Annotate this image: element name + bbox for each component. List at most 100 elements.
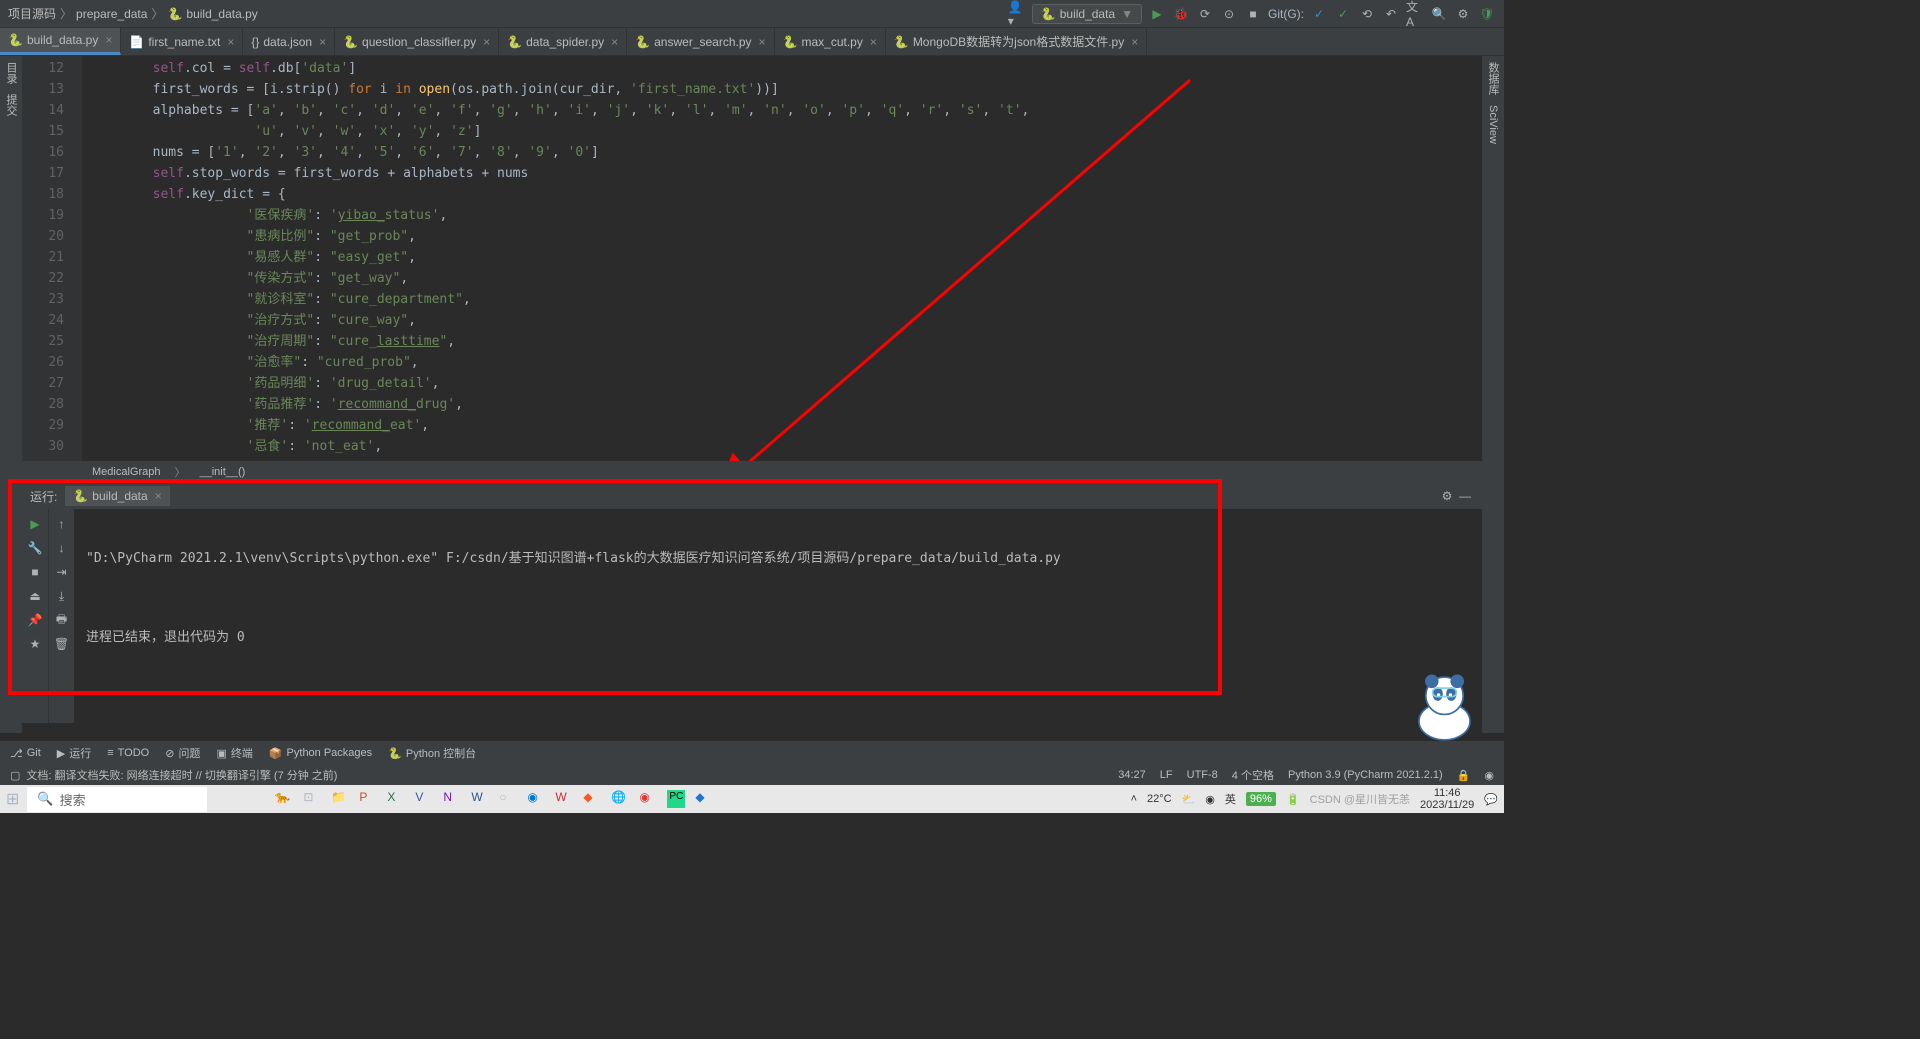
code-line[interactable]: "就诊科室": "cure_department", bbox=[90, 289, 1482, 310]
editor-tab[interactable]: 🐍max_cut.py× bbox=[775, 28, 886, 55]
close-icon[interactable]: × bbox=[759, 35, 766, 49]
ribbon-project[interactable]: 目录 bbox=[3, 62, 19, 84]
tray-icon[interactable]: 英 bbox=[1225, 791, 1236, 807]
code-line[interactable]: self.stop_words = first_words + alphabet… bbox=[90, 163, 1482, 184]
onenote-icon[interactable]: N bbox=[443, 790, 461, 808]
edge-icon[interactable]: ◉ bbox=[527, 790, 545, 808]
debug-icon[interactable]: 🐞 bbox=[1172, 5, 1190, 23]
code-content[interactable]: self.col = self.db['data'] first_words =… bbox=[82, 56, 1482, 461]
caret-position[interactable]: 34:27 bbox=[1118, 769, 1146, 781]
tray-icon[interactable]: ◉ bbox=[1205, 793, 1215, 806]
notifications-icon[interactable]: 💬 bbox=[1484, 793, 1498, 806]
user-icon[interactable]: 👤▾ bbox=[1008, 5, 1026, 23]
minimize-icon[interactable]: — bbox=[1456, 487, 1474, 505]
settings-icon[interactable]: ⚙ bbox=[1454, 5, 1472, 23]
editor-tab[interactable]: 🐍data_spider.py× bbox=[499, 28, 627, 55]
tray-icon[interactable]: 🔋 bbox=[1286, 793, 1300, 806]
code-line[interactable]: 'u', 'v', 'w', 'x', 'y', 'z'] bbox=[90, 121, 1482, 142]
code-line[interactable]: first_words = [i.strip() for i in open(o… bbox=[90, 79, 1482, 100]
py-console-tool[interactable]: 🐍Python 控制台 bbox=[388, 745, 476, 761]
ribbon-commit[interactable]: 提交 bbox=[3, 94, 19, 116]
coverage-icon[interactable]: ⟳ bbox=[1196, 5, 1214, 23]
encoding[interactable]: UTF-8 bbox=[1187, 769, 1218, 781]
git-revert-icon[interactable]: ↶ bbox=[1382, 5, 1400, 23]
person-icon[interactable]: ◉ bbox=[1484, 769, 1494, 782]
editor[interactable]: 12131415161718192021222324252627282930 s… bbox=[22, 56, 1482, 461]
code-line[interactable]: "治愈率": "cured_prob", bbox=[90, 352, 1482, 373]
app-icon[interactable]: ◆ bbox=[695, 790, 713, 808]
app-icon[interactable]: 🐆 bbox=[275, 790, 293, 808]
close-icon[interactable]: × bbox=[1131, 35, 1138, 49]
packages-tool[interactable]: 📦Python Packages bbox=[269, 747, 372, 760]
code-line[interactable]: '忌食': 'not_eat', bbox=[90, 436, 1482, 457]
git-update-icon[interactable]: ✓ bbox=[1310, 5, 1328, 23]
stop-icon[interactable]: ■ bbox=[26, 563, 44, 581]
start-button[interactable]: ⊞ bbox=[6, 789, 19, 809]
run-icon[interactable]: ▶ bbox=[1148, 5, 1166, 23]
indent[interactable]: 4 个空格 bbox=[1232, 767, 1274, 783]
chevron-up-icon[interactable]: ˄ bbox=[1131, 793, 1137, 805]
taskbar-search[interactable]: 🔍 搜索 bbox=[27, 787, 207, 812]
powerpoint-icon[interactable]: P bbox=[359, 790, 377, 808]
up-icon[interactable]: ↑ bbox=[53, 515, 71, 533]
code-line[interactable]: self.col = self.db['data'] bbox=[90, 58, 1482, 79]
status-message[interactable]: 文档: 翻译文档失败: 网络连接超时 // 切换翻译引擎 (7 分钟 之前) bbox=[26, 767, 337, 783]
code-line[interactable]: "治疗周期": "cure_lasttime", bbox=[90, 331, 1482, 352]
code-line[interactable]: "患病比例": "get_prob", bbox=[90, 226, 1482, 247]
editor-tab[interactable]: 🐍build_data.py× bbox=[0, 28, 121, 55]
app-icon[interactable]: ◆ bbox=[583, 790, 601, 808]
app-icon[interactable]: ◉ bbox=[639, 790, 657, 808]
shield-icon[interactable]: 🛡 bbox=[1478, 5, 1496, 23]
search-icon[interactable]: 🔍 bbox=[1430, 5, 1448, 23]
ribbon-sciview[interactable]: SciView bbox=[1487, 105, 1499, 144]
taskview-icon[interactable]: ⊡ bbox=[303, 790, 321, 808]
git-tool[interactable]: ⎇Git bbox=[10, 747, 41, 760]
breadcrumb-root[interactable]: 项目源码 bbox=[8, 5, 56, 22]
editor-tab[interactable]: 📄first_name.txt× bbox=[121, 28, 243, 55]
code-line[interactable]: self.key_dict = { bbox=[90, 184, 1482, 205]
close-icon[interactable]: × bbox=[870, 35, 877, 49]
profile-icon[interactable]: ⊙ bbox=[1220, 5, 1238, 23]
breadcrumb-class[interactable]: MedicalGraph bbox=[92, 466, 160, 478]
breadcrumb-file[interactable]: build_data.py bbox=[186, 7, 257, 21]
code-line[interactable]: alphabets = ['a', 'b', 'c', 'd', 'e', 'f… bbox=[90, 100, 1482, 121]
breadcrumb-folder[interactable]: prepare_data bbox=[76, 7, 147, 21]
code-line[interactable]: "传染方式": "get_way", bbox=[90, 268, 1482, 289]
word-icon[interactable]: W bbox=[471, 790, 489, 808]
wrap-icon[interactable]: ⇥ bbox=[53, 563, 71, 581]
weather-temp[interactable]: 22°C bbox=[1147, 793, 1172, 805]
editor-tab[interactable]: 🐍question_classifier.py× bbox=[335, 28, 499, 55]
code-line[interactable]: '医保疾病': 'yibao_status', bbox=[90, 205, 1482, 226]
scroll-icon[interactable]: ⤓ bbox=[53, 587, 71, 605]
explorer-icon[interactable]: 📁 bbox=[331, 790, 349, 808]
breadcrumb-method[interactable]: __init__() bbox=[199, 466, 245, 478]
rerun-icon[interactable]: ▶ bbox=[26, 515, 44, 533]
interpreter[interactable]: Python 3.9 (PyCharm 2021.2.1) bbox=[1288, 769, 1443, 781]
run-tab[interactable]: 🐍 build_data × bbox=[65, 486, 169, 506]
run-config-dropdown[interactable]: 🐍 build_data ▼ bbox=[1032, 4, 1142, 24]
excel-icon[interactable]: X bbox=[387, 790, 405, 808]
todo-tool[interactable]: ≡TODO bbox=[107, 747, 149, 759]
lock-icon[interactable]: 🔒 bbox=[1457, 769, 1471, 782]
close-icon[interactable]: × bbox=[319, 35, 326, 49]
app-icon[interactable]: ○ bbox=[499, 790, 517, 808]
line-sep[interactable]: LF bbox=[1160, 769, 1173, 781]
editor-tab[interactable]: 🐍MongoDB数据转为json格式数据文件.py× bbox=[886, 28, 1147, 55]
print-icon[interactable]: 🖶 bbox=[53, 611, 71, 629]
problems-tool[interactable]: ⊘问题 bbox=[165, 745, 200, 761]
clock[interactable]: 11:46 2023/11/29 bbox=[1420, 787, 1474, 811]
code-line[interactable]: '药品推荐': 'recommand_drug', bbox=[90, 394, 1482, 415]
editor-tab[interactable]: {}data.json× bbox=[243, 28, 335, 55]
terminal-tool[interactable]: ▣终端 bbox=[216, 745, 252, 761]
code-line[interactable]: "易感人群": "easy_get", bbox=[90, 247, 1482, 268]
code-line[interactable]: nums = ['1', '2', '3', '4', '5', '6', '7… bbox=[90, 142, 1482, 163]
pin-icon[interactable]: 📌 bbox=[26, 611, 44, 629]
chrome-icon[interactable]: 🌐 bbox=[611, 790, 629, 808]
gear-icon[interactable]: ⚙ bbox=[1438, 487, 1456, 505]
trash-icon[interactable]: 🗑 bbox=[53, 635, 71, 653]
close-icon[interactable]: × bbox=[227, 35, 234, 49]
cpu-usage[interactable]: 96% bbox=[1246, 792, 1276, 806]
git-commit-icon[interactable]: ✓ bbox=[1334, 5, 1352, 23]
wrench-icon[interactable]: 🔧 bbox=[26, 539, 44, 557]
pycharm-icon[interactable]: PC bbox=[667, 790, 685, 808]
